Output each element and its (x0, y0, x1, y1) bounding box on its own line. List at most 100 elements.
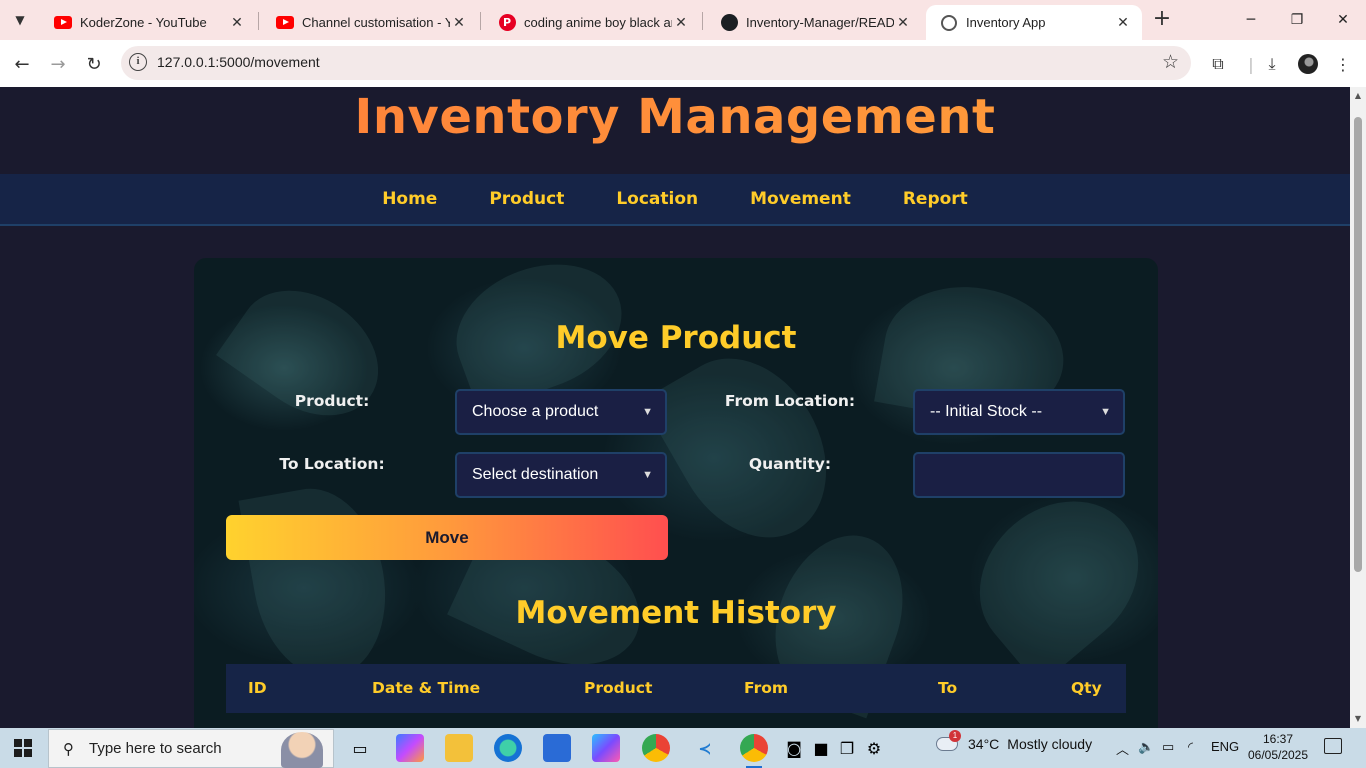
taskbar-search-placeholder: Type here to search (89, 740, 222, 757)
close-tab-icon[interactable]: ✕ (894, 15, 912, 31)
youtube-icon (276, 14, 294, 32)
windows-start-icon[interactable] (14, 739, 32, 757)
profile-avatar[interactable] (1297, 53, 1319, 75)
movement-history-heading: Movement History (515, 595, 837, 631)
scrollbar-thumb[interactable] (1354, 117, 1362, 572)
chevron-down-icon: ▼ (1100, 406, 1111, 418)
camera-icon[interactable]: ◙ (780, 734, 808, 762)
app-title: Inventory Management (0, 89, 1350, 145)
nav-location-link[interactable]: Location (590, 189, 724, 209)
video-icon[interactable]: ■ (807, 734, 835, 762)
file-explorer-icon[interactable] (445, 734, 473, 762)
speaker-icon[interactable]: 🔈 (1138, 739, 1154, 755)
settings-gear-icon[interactable]: ⚙ (860, 734, 888, 762)
language-indicator[interactable]: ENG (1211, 739, 1239, 754)
pinterest-icon: P (498, 14, 516, 32)
task-view-icon[interactable]: ▭ (346, 734, 374, 762)
move-button[interactable]: Move (226, 515, 668, 560)
scroll-up-arrow-icon[interactable]: ▲ (1350, 89, 1366, 103)
column-header-to: To (938, 679, 958, 697)
column-header-from: From (744, 679, 789, 697)
chevron-down-icon: ▼ (642, 406, 653, 418)
battery-icon[interactable]: ▭ (1162, 739, 1174, 755)
taskbar-search-box[interactable]: ⚲ Type here to search (48, 729, 334, 768)
wifi-icon[interactable]: ◜ (1188, 739, 1193, 755)
tab-search-button[interactable]: ▼ (6, 7, 34, 33)
site-info-icon[interactable]: i (129, 53, 147, 71)
tab-title: Channel customisation - You (302, 15, 450, 30)
history-table-header: ID Date & Time Product From To Qty (226, 664, 1126, 713)
bookmark-star-icon[interactable]: ☆ (1162, 51, 1179, 73)
forward-button[interactable]: → (44, 50, 72, 78)
address-bar[interactable]: i 127.0.0.1:5000/movement ☆ (121, 46, 1191, 80)
kebab-menu-icon[interactable]: ⋮ (1332, 53, 1354, 75)
restore-button[interactable]: ❐ (1274, 0, 1320, 40)
chevron-up-icon[interactable]: ︿ (1116, 739, 1129, 758)
close-window-button[interactable]: ✕ (1320, 0, 1366, 40)
back-button[interactable]: ← (8, 50, 36, 78)
windows-overlay-icon[interactable]: ❐ (833, 734, 861, 762)
toolbar-divider: | (1248, 54, 1254, 74)
extensions-icon[interactable]: ⧉ (1207, 53, 1229, 75)
m365-icon[interactable] (592, 734, 620, 762)
nav-movement-link[interactable]: Movement (724, 189, 877, 209)
search-icon: ⚲ (63, 739, 74, 758)
microsoft-store-icon[interactable] (543, 734, 571, 762)
leaf-decoration (640, 330, 858, 566)
chrome-icon[interactable] (740, 734, 768, 768)
nav-product-link[interactable]: Product (463, 189, 590, 209)
chrome-profile-k-icon[interactable] (642, 734, 670, 762)
column-header-qty: Qty (1071, 679, 1102, 697)
reload-button[interactable]: ↻ (80, 50, 108, 78)
from-location-label: From Location: (724, 392, 856, 410)
to-location-select-value: Select destination (472, 466, 599, 483)
system-clock[interactable]: 16:37 06/05/2025 (1246, 731, 1310, 763)
download-icon[interactable]: ⤓ (1261, 53, 1283, 75)
product-select[interactable]: Choose a product ▼ (455, 389, 667, 435)
tab-title: Inventory App (966, 15, 1046, 30)
column-header-product: Product (584, 679, 653, 697)
reload-icon: ↻ (86, 53, 102, 75)
clock-date: 06/05/2025 (1247, 748, 1309, 762)
column-header-datetime: Date & Time (372, 679, 481, 697)
close-tab-icon[interactable]: ✕ (672, 15, 690, 31)
cloud-icon: 1 (936, 730, 961, 751)
scroll-down-arrow-icon[interactable]: ▼ (1350, 712, 1366, 726)
page-viewport: Inventory Management Home Product Locati… (0, 87, 1350, 728)
tab-title: coding anime boy black and (524, 15, 672, 30)
quantity-input[interactable] (913, 452, 1125, 498)
browser-tab-active[interactable]: Inventory App ✕ (926, 5, 1142, 40)
new-tab-button[interactable]: + (1150, 8, 1174, 32)
leaf-decoration (948, 469, 1158, 687)
edge-icon[interactable] (494, 734, 522, 762)
copilot-icon[interactable] (396, 734, 424, 762)
nav-report-link[interactable]: Report (877, 189, 994, 209)
movement-card: Move Product Product: Choose a product ▼… (194, 258, 1158, 728)
notification-center-icon[interactable] (1324, 738, 1342, 754)
browser-toolbar: ← → ↻ i 127.0.0.1:5000/movement ☆ ⧉ | ⤓ … (0, 40, 1366, 87)
weather-description: Mostly cloudy (1007, 736, 1093, 752)
weather-widget[interactable]: 1 34°C Mostly cloudy (936, 730, 1093, 752)
to-location-select[interactable]: Select destination ▼ (455, 452, 667, 498)
close-tab-icon[interactable]: ✕ (228, 15, 246, 31)
tab-title: Inventory-Manager/READM (746, 15, 894, 30)
from-location-select-value: -- Initial Stock -- (930, 403, 1043, 420)
youtube-icon (54, 14, 72, 32)
url-text[interactable]: 127.0.0.1:5000/movement (157, 54, 320, 70)
browser-tab[interactable]: P coding anime boy black and ✕ (484, 5, 700, 40)
minimize-button[interactable]: ─ (1228, 0, 1274, 40)
browser-tab[interactable]: Inventory-Manager/READM ✕ (706, 5, 922, 40)
close-tab-icon[interactable]: ✕ (1114, 15, 1132, 31)
arrow-right-icon: → (50, 53, 66, 75)
vscode-icon[interactable]: ≺ (691, 734, 719, 762)
page-scrollbar[interactable]: ▲ ▼ (1350, 87, 1366, 728)
browser-tab[interactable]: KoderZone - YouTube ✕ (40, 5, 256, 40)
nav-home-link[interactable]: Home (356, 189, 463, 209)
from-location-select[interactable]: -- Initial Stock -- ▼ (913, 389, 1125, 435)
close-tab-icon[interactable]: ✕ (450, 15, 468, 31)
leaf-decoration (238, 478, 400, 688)
move-product-heading: Move Product (555, 320, 797, 356)
column-header-id: ID (248, 679, 267, 697)
weather-badge: 1 (949, 730, 961, 742)
browser-tab[interactable]: Channel customisation - You ✕ (262, 5, 478, 40)
